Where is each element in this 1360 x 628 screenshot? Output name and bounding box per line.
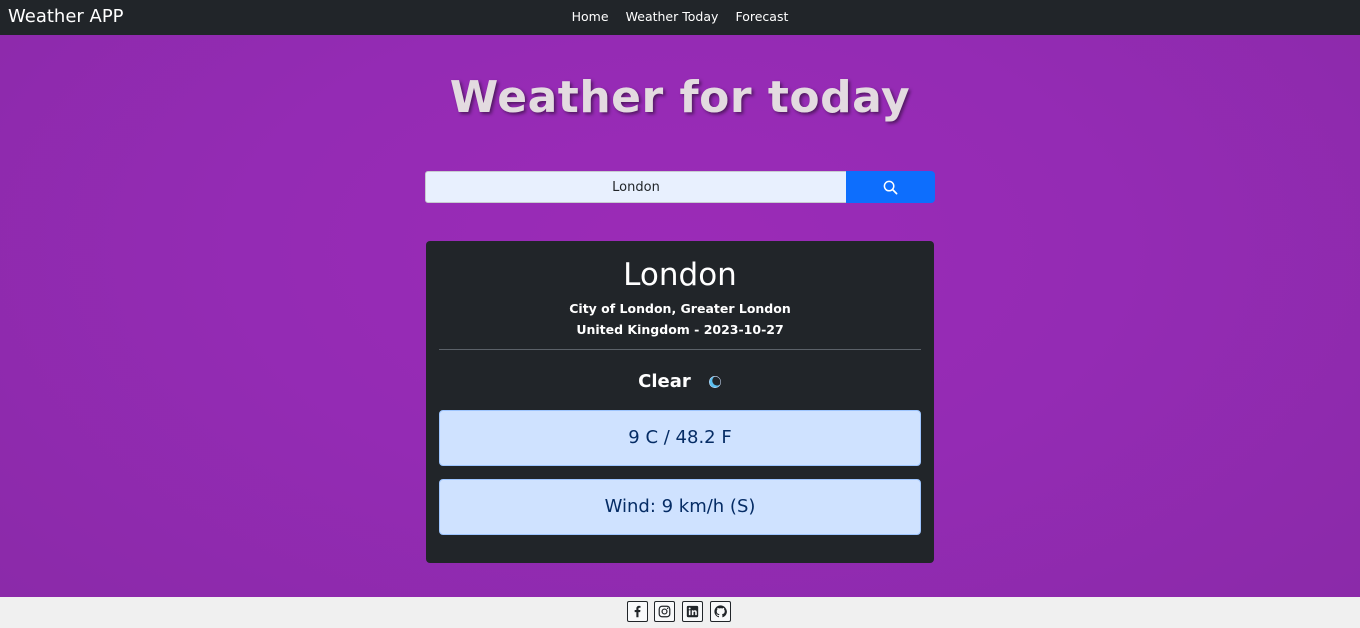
github-link[interactable] <box>710 601 731 622</box>
facebook-icon <box>634 605 641 618</box>
footer <box>0 597 1360 628</box>
github-icon <box>714 605 727 618</box>
page-title: Weather for today <box>449 72 911 123</box>
nav-link-forecast[interactable]: Forecast <box>735 9 788 24</box>
moon-icon <box>708 375 722 388</box>
facebook-link[interactable] <box>627 601 648 622</box>
nav-link-home[interactable]: Home <box>572 9 609 24</box>
linkedin-link[interactable] <box>682 601 703 622</box>
instagram-icon <box>658 605 671 618</box>
condition-text: Clear <box>638 371 691 392</box>
nav-link-weather-today[interactable]: Weather Today <box>626 9 719 24</box>
search-bar <box>425 171 935 203</box>
search-button[interactable] <box>846 171 935 203</box>
linkedin-icon <box>686 605 699 618</box>
divider <box>439 349 921 350</box>
wind-box: Wind: 9 km/h (S) <box>439 479 921 535</box>
city-name: London <box>623 257 737 293</box>
navbar: Weather APP Home Weather Today Forecast <box>0 0 1360 35</box>
search-input[interactable] <box>425 171 847 203</box>
nav-links: Home Weather Today Forecast <box>0 6 1360 25</box>
weather-card: London City of London, Greater London Un… <box>426 241 934 563</box>
temperature-box: 9 C / 48.2 F <box>439 410 921 466</box>
region-text: City of London, Greater London <box>569 301 791 316</box>
social-links <box>627 601 737 623</box>
instagram-link[interactable] <box>654 601 675 622</box>
condition-row: Clear <box>426 371 934 392</box>
country-date-text: United Kingdom - 2023-10-27 <box>576 322 784 337</box>
search-icon <box>883 180 898 195</box>
